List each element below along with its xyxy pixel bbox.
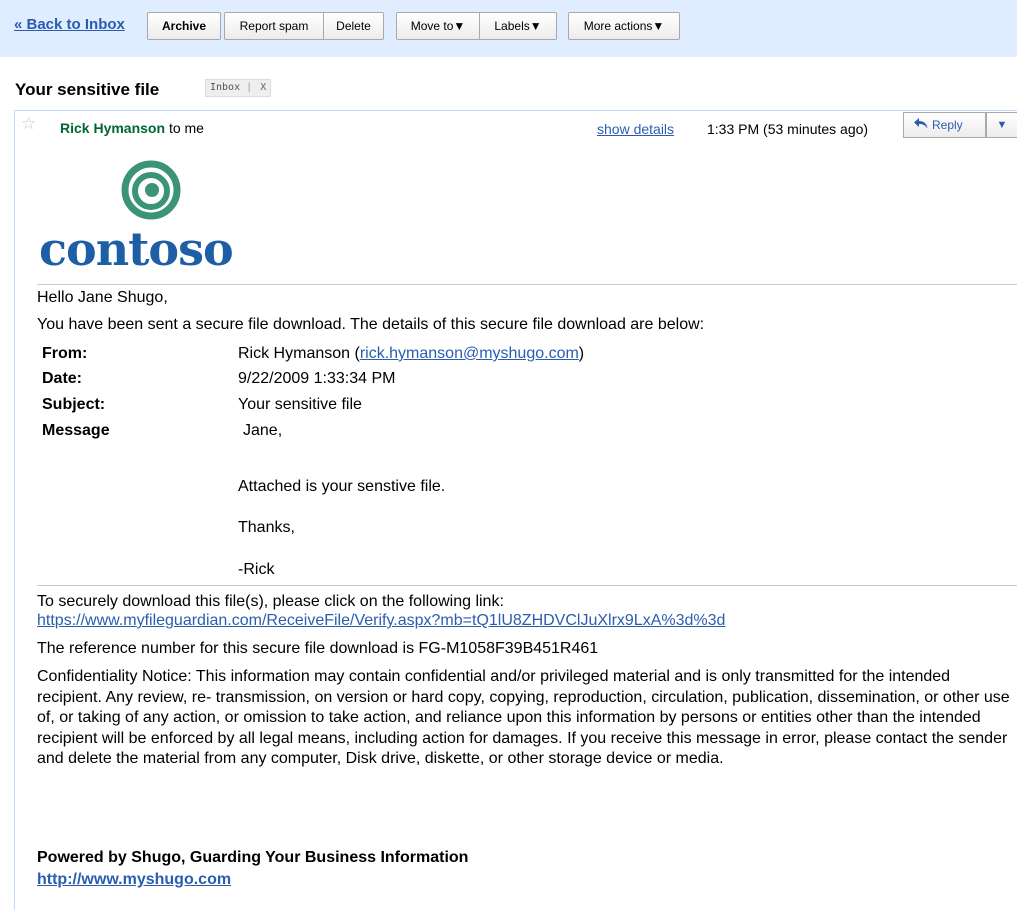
date-value: 9/22/2009 1:33:34 PM bbox=[238, 370, 396, 387]
download-instructions: To securely download this file(s), pleas… bbox=[37, 593, 504, 610]
star-icon[interactable]: ☆ bbox=[21, 114, 36, 134]
archive-button[interactable]: Archive bbox=[147, 12, 221, 40]
thread-subject: Your sensitive file bbox=[15, 80, 160, 99]
subject-label: Subject: bbox=[42, 396, 106, 413]
reply-label: Reply bbox=[932, 118, 963, 132]
contoso-logo-icon bbox=[121, 160, 181, 223]
from-name: Rick Hymanson ( bbox=[238, 345, 360, 362]
from-value: Rick Hymanson (rick.hymanson@myshugo.com… bbox=[238, 345, 584, 363]
message-line: Thanks, bbox=[238, 519, 295, 536]
greeting: Hello Jane Shugo, bbox=[37, 289, 168, 306]
message-line: Jane, bbox=[243, 422, 283, 439]
recipient-text: to me bbox=[168, 120, 204, 136]
message-line: -Rick bbox=[238, 561, 275, 578]
back-to-inbox-link[interactable]: « Back to Inbox bbox=[14, 16, 125, 33]
reply-button[interactable]: Reply bbox=[903, 112, 986, 138]
inbox-label[interactable]: Inbox bbox=[210, 82, 240, 93]
separator bbox=[37, 585, 1017, 586]
separator bbox=[37, 284, 1017, 285]
intro-text: You have been sent a secure file downloa… bbox=[37, 316, 705, 333]
reply-options-dropdown[interactable]: ▼ bbox=[986, 112, 1017, 138]
show-details-link[interactable]: show details bbox=[597, 121, 674, 137]
date-label: Date: bbox=[42, 370, 83, 387]
contoso-logo-text: contoso bbox=[39, 222, 234, 276]
more-actions-dropdown[interactable]: More actions▼ bbox=[568, 12, 680, 40]
reference-number: The reference number for this secure fil… bbox=[37, 640, 599, 657]
sender-name[interactable]: Rick Hymanson bbox=[60, 120, 165, 136]
message-sender: Rick Hymanson to me bbox=[60, 120, 204, 136]
message-time: 1:33 PM (53 minutes ago) bbox=[707, 121, 869, 137]
powered-by-text: Powered by Shugo, Guarding Your Business… bbox=[37, 849, 469, 866]
labels-dropdown[interactable]: Labels▼ bbox=[479, 12, 557, 40]
powered-by-link[interactable]: http://www.myshugo.com bbox=[37, 871, 231, 889]
from-email-link[interactable]: rick.hymanson@myshugo.com bbox=[360, 345, 579, 362]
inbox-label-chip: Inbox | X bbox=[205, 79, 272, 97]
toolbar: « Back to Inbox Archive Report spam Dele… bbox=[0, 0, 1017, 57]
message-label: Message bbox=[42, 422, 110, 439]
from-label: From: bbox=[42, 345, 88, 362]
move-to-dropdown[interactable]: Move to▼ bbox=[396, 12, 480, 40]
subject-value: Your sensitive file bbox=[238, 396, 362, 413]
message-line: Attached is your senstive file. bbox=[238, 478, 446, 495]
download-link[interactable]: https://www.myfileguardian.com/ReceiveFi… bbox=[37, 612, 725, 630]
confidentiality-notice: Confidentiality Notice: This information… bbox=[37, 668, 1010, 767]
from-close: ) bbox=[578, 345, 585, 362]
remove-label-button[interactable]: X bbox=[260, 82, 266, 93]
delete-button[interactable]: Delete bbox=[323, 12, 384, 40]
reply-arrow-icon bbox=[914, 113, 928, 137]
report-spam-button[interactable]: Report spam bbox=[224, 12, 324, 40]
